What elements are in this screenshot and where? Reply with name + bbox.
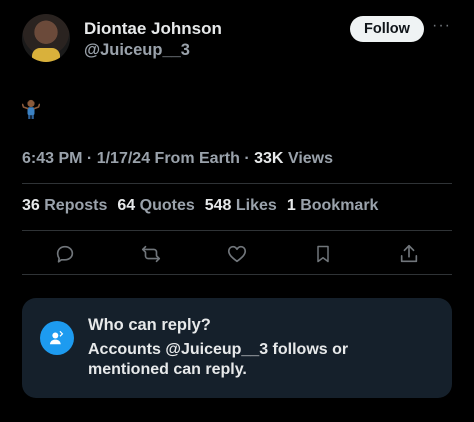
divider bbox=[22, 183, 452, 184]
divider bbox=[22, 274, 452, 275]
reply-description: Accounts @Juiceup__3 follows or mentione… bbox=[88, 341, 349, 378]
like-icon[interactable] bbox=[225, 242, 249, 266]
tweet-meta: 6:43 PM · 1/17/24 From Earth · 33K Views bbox=[22, 150, 334, 167]
reply-icon[interactable] bbox=[53, 242, 77, 266]
likes-stat[interactable]: 548 Likes bbox=[205, 197, 277, 215]
bookmarks-stat[interactable]: 1 Bookmark bbox=[287, 197, 379, 215]
author-handle[interactable]: @Juiceup__3 bbox=[84, 41, 190, 60]
reply-title: Who can reply? bbox=[88, 316, 211, 334]
repost-icon[interactable] bbox=[139, 242, 163, 266]
action-bar bbox=[22, 236, 452, 272]
more-options-icon[interactable]: ··· bbox=[432, 17, 451, 35]
share-icon[interactable] bbox=[397, 242, 421, 266]
views-count: 33K bbox=[254, 150, 284, 167]
divider bbox=[22, 230, 452, 231]
mention-icon bbox=[40, 321, 74, 355]
author-name[interactable]: Diontae Johnson bbox=[84, 19, 222, 39]
bookmark-icon[interactable] bbox=[311, 242, 335, 266]
engagement-stats: 36 Reposts 64 Quotes 548 Likes 1 Bookmar… bbox=[22, 197, 378, 215]
tweet-source: From Earth bbox=[154, 150, 240, 167]
tweet-date[interactable]: 1/17/24 bbox=[97, 150, 150, 167]
quotes-stat[interactable]: 64 Quotes bbox=[117, 197, 194, 215]
reposts-stat[interactable]: 36 Reposts bbox=[22, 197, 107, 215]
follow-button[interactable]: Follow bbox=[350, 16, 424, 42]
avatar[interactable] bbox=[22, 14, 70, 62]
person-shrugging-emoji-icon bbox=[22, 99, 40, 119]
tweet-time[interactable]: 6:43 PM bbox=[22, 150, 82, 167]
views-label: Views bbox=[287, 150, 334, 167]
